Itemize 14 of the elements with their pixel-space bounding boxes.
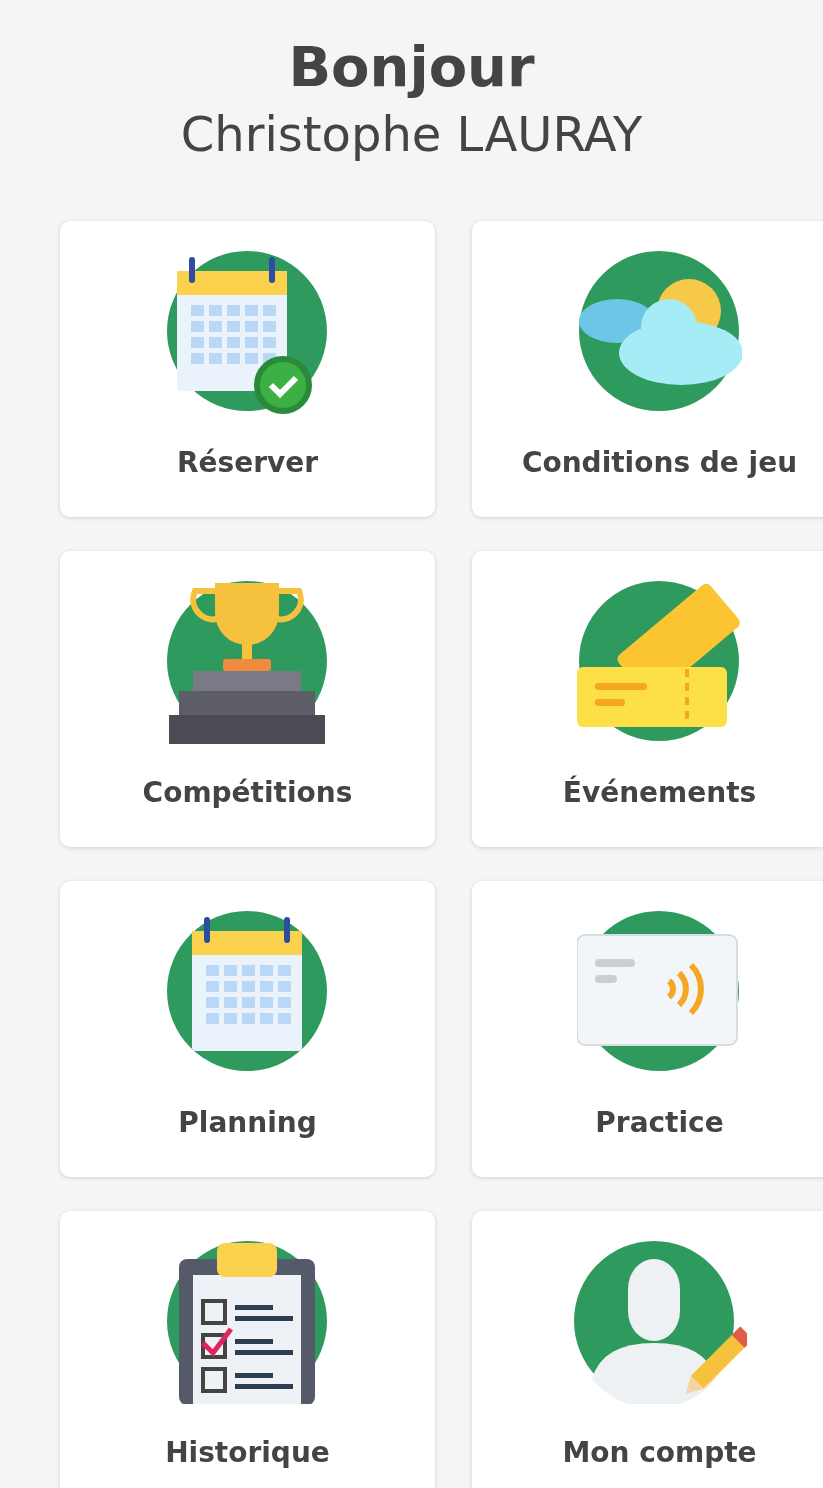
menu-tile[interactable]: Compétitions — [60, 551, 435, 848]
menu-tile[interactable]: Planning — [60, 881, 435, 1178]
menu-tile[interactable]: Historique — [60, 1211, 435, 1488]
greeting-title: Bonjour — [288, 36, 535, 98]
menu-tile[interactable]: Réserver — [60, 221, 435, 518]
menu-tile[interactable]: Mon compte — [472, 1211, 823, 1488]
menu-tile[interactable]: Événements — [472, 551, 823, 848]
trophy-icon — [165, 579, 330, 745]
menu-tile[interactable]: Conditions de jeu — [472, 221, 823, 518]
user-name: Christophe LAURAY — [180, 105, 643, 164]
calendar-check-icon — [165, 249, 330, 415]
menu-tile[interactable]: Practice — [472, 881, 823, 1178]
clipboard-checklist-icon — [165, 1239, 330, 1405]
user-edit-icon — [572, 1239, 747, 1405]
